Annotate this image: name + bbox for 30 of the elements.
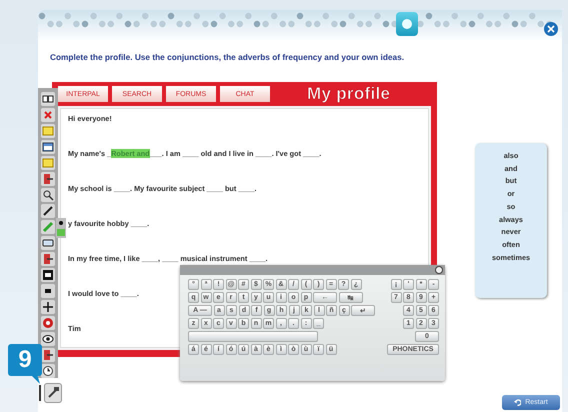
target-icon[interactable] bbox=[42, 317, 54, 329]
marker-icon[interactable] bbox=[42, 221, 54, 233]
crosshair-icon[interactable] bbox=[42, 301, 54, 313]
clock-icon[interactable] bbox=[42, 365, 54, 377]
close-icon bbox=[547, 25, 555, 33]
color-swatch-icon bbox=[57, 228, 65, 236]
magnifier-icon[interactable] bbox=[42, 189, 54, 201]
hammer-icon bbox=[46, 386, 60, 400]
eye-icon[interactable] bbox=[42, 333, 54, 345]
window-icon[interactable] bbox=[42, 141, 54, 153]
columns-icon[interactable] bbox=[42, 93, 54, 105]
pen-options-popup[interactable] bbox=[56, 218, 66, 238]
step-number-badge: 9 bbox=[8, 344, 42, 376]
lightbulb-button[interactable] bbox=[396, 12, 418, 36]
exit-icon[interactable] bbox=[42, 349, 54, 361]
hand-icon[interactable] bbox=[435, 266, 443, 274]
instruction-text: Complete the profile. Use the conjunctions, the adverbs of frequency and your own ideas. bbox=[50, 52, 404, 62]
undo-icon bbox=[514, 399, 522, 406]
exit-icon[interactable] bbox=[42, 253, 54, 265]
close-icon[interactable] bbox=[42, 109, 54, 121]
square-icon[interactable] bbox=[42, 269, 54, 281]
pen-icon[interactable] bbox=[42, 205, 54, 217]
eraser-icon[interactable] bbox=[42, 237, 54, 249]
tools-button[interactable] bbox=[44, 383, 62, 403]
close-button[interactable] bbox=[544, 22, 558, 36]
dot-icon bbox=[58, 220, 64, 226]
lightbulb-icon bbox=[401, 18, 413, 30]
grip-icon[interactable] bbox=[38, 384, 42, 402]
profile-title: My profile bbox=[307, 84, 390, 104]
exit-icon[interactable] bbox=[42, 173, 54, 185]
